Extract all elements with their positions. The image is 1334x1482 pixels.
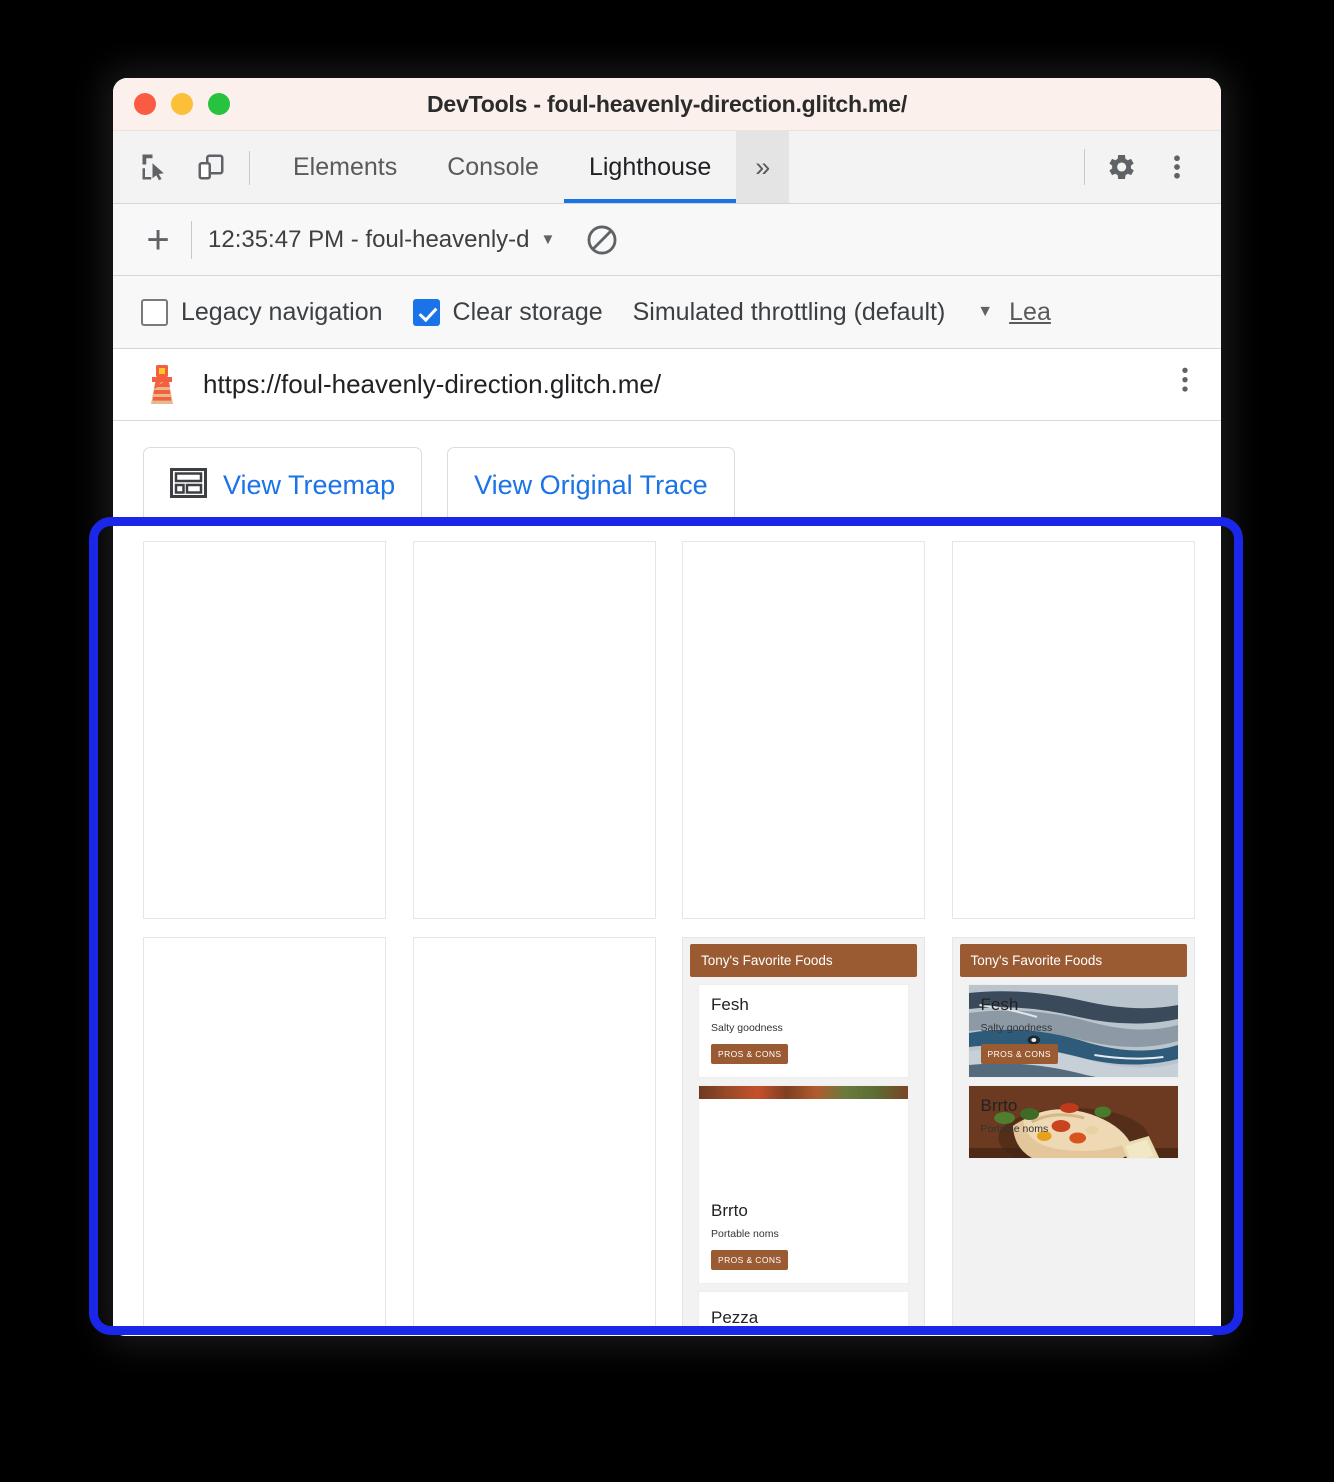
preview-card: Brrto Portable noms PROS & CONS <box>698 1085 909 1284</box>
throttling-select-value[interactable]: Simulated throttling (default) <box>633 298 946 327</box>
filmstrip-cell <box>143 541 413 919</box>
report-action-buttons: View Treemap View Original Trace <box>113 421 1221 523</box>
filmstrip-cell: Tony's Favorite Foods Fesh Salty goodnes… <box>682 937 952 1327</box>
report-url-bar: https://foul-heavenly-direction.glitch.m… <box>113 349 1221 421</box>
more-tabs-button[interactable]: » <box>736 131 790 203</box>
filmstrip-frame[interactable] <box>412 541 656 919</box>
report-select-value: 12:35:47 PM - foul-heavenly-d <box>208 225 530 253</box>
preview-pros-cons-button[interactable]: PROS & CONS <box>711 1044 789 1064</box>
more-tabs-label: » <box>755 151 771 182</box>
report-select[interactable]: 12:35:47 PM - foul-heavenly-d ▼ <box>208 226 555 254</box>
learn-more-link[interactable]: Lea <box>1009 298 1051 327</box>
preview-card-subtitle: Portable noms <box>711 1228 779 1240</box>
filmstrip-frame[interactable] <box>143 541 386 919</box>
clear-storage-label: Clear storage <box>452 297 603 326</box>
filmstrip-frame[interactable] <box>951 541 1195 919</box>
filmstrip-cell <box>412 937 683 1327</box>
screenshot-stage: DevTools - foul-heavenly-direction.glitc… <box>0 0 1334 1482</box>
tab-console[interactable]: Console <box>422 131 564 203</box>
new-report-button[interactable]: + <box>135 220 181 260</box>
preview-pros-cons-button[interactable]: PROS & CONS <box>980 1044 1058 1064</box>
preview-card-title: Pezza <box>711 1308 759 1326</box>
toolbar-divider <box>249 151 250 185</box>
window-titlebar: DevTools - foul-heavenly-direction.glitc… <box>113 78 1221 131</box>
minimize-window-button[interactable] <box>171 93 193 115</box>
preview-card: Fesh Salty goodness PROS & CONS <box>967 984 1179 1078</box>
tab-lighthouse-label: Lighthouse <box>588 152 712 181</box>
device-toolbar-icon[interactable] <box>183 131 239 203</box>
tab-console-label: Console <box>447 152 539 181</box>
view-treemap-label: View Treemap <box>223 469 396 500</box>
devtools-tabbar: Elements Console Lighthouse » <box>113 131 1221 204</box>
preview-card-body: Brrto Portable noms PROS & CONS <box>699 1191 908 1283</box>
view-original-trace-button[interactable]: View Original Trace <box>447 447 735 523</box>
lighthouse-options-bar: Legacy navigation Clear storage Simulate… <box>113 276 1221 349</box>
chevron-down-icon: ▼ <box>540 231 556 248</box>
preview-card: Pezza <box>698 1291 909 1326</box>
preview-card-subtitle: Salty goodness <box>711 1022 783 1034</box>
filmstrip-frame[interactable] <box>682 541 925 919</box>
lighthouse-icon <box>139 363 185 407</box>
burrito-photo-partial <box>699 1086 908 1099</box>
traffic-lights <box>134 93 230 115</box>
preview-card: Brrto Portable noms <box>967 1085 1179 1159</box>
clear-storage-checkbox[interactable]: Clear storage <box>412 297 603 327</box>
filmstrip-region: Tony's Favorite Foods Fesh Salty goodnes… <box>113 523 1221 1327</box>
report-url: https://foul-heavenly-direction.glitch.m… <box>203 369 662 399</box>
toolbar-right-group <box>1084 131 1221 203</box>
filmstrip-frame[interactable]: Tony's Favorite Foods Fesh Salty goodnes… <box>682 937 925 1327</box>
filmstrip-frame[interactable] <box>412 937 656 1327</box>
maximize-window-button[interactable] <box>208 93 230 115</box>
preview-card-body: Fesh Salty goodness PROS & CONS <box>699 985 908 1077</box>
preview-card: Fesh Salty goodness PROS & CONS <box>698 984 909 1078</box>
filmstrip-cell <box>143 937 413 1327</box>
filmstrip-row-1 <box>113 541 1221 919</box>
three-dot-menu-icon[interactable] <box>1149 139 1205 195</box>
legacy-navigation-box[interactable] <box>141 298 168 326</box>
preview-card-title: Fesh <box>711 995 749 1014</box>
preview-card-title: Brrto <box>711 1201 748 1220</box>
tab-lighthouse[interactable]: Lighthouse <box>563 131 737 203</box>
filmstrip-cell: Tony's Favorite Foods Fesh Salty goodnes… <box>951 937 1222 1327</box>
view-treemap-button[interactable]: View Treemap <box>143 447 423 523</box>
page-preview: Tony's Favorite Foods Fesh Salty goodnes… <box>683 938 924 1326</box>
filmstrip-frame[interactable]: Tony's Favorite Foods Fesh Salty goodnes… <box>951 937 1195 1327</box>
filmstrip-row-2: Tony's Favorite Foods Fesh Salty goodnes… <box>113 919 1221 1327</box>
preview-pros-cons-button[interactable]: PROS & CONS <box>711 1250 789 1270</box>
toolbar-right-divider <box>1084 149 1085 185</box>
filmstrip-cell <box>951 541 1222 919</box>
tab-elements[interactable]: Elements <box>268 131 422 203</box>
legacy-navigation-label: Legacy navigation <box>181 297 383 326</box>
panel-tabs: Elements Console Lighthouse » <box>268 131 790 203</box>
window-title: DevTools - foul-heavenly-direction.glitc… <box>426 90 908 117</box>
filmstrip-cell <box>682 541 952 919</box>
treemap-icon <box>170 467 207 503</box>
page-preview: Tony's Favorite Foods Fesh Salty goodnes… <box>952 938 1194 1326</box>
tab-elements-label: Elements <box>293 152 398 181</box>
lighthouse-runbar: + 12:35:47 PM - foul-heavenly-d ▼ <box>113 204 1221 276</box>
view-original-trace-label: View Original Trace <box>474 469 708 500</box>
inspect-element-icon[interactable] <box>127 131 183 203</box>
preview-card-body: Pezza <box>699 1292 908 1326</box>
report-menu-icon[interactable] <box>1171 364 1199 405</box>
clear-storage-box[interactable] <box>412 298 440 326</box>
preview-header: Tony's Favorite Foods <box>690 944 917 977</box>
no-entry-clear-icon[interactable] <box>585 223 619 257</box>
filmstrip-frame[interactable] <box>143 937 386 1327</box>
preview-header: Tony's Favorite Foods <box>959 944 1187 977</box>
legacy-navigation-checkbox[interactable]: Legacy navigation <box>141 298 383 327</box>
filmstrip-cell <box>412 541 683 919</box>
devtools-window: DevTools - foul-heavenly-direction.glitc… <box>113 78 1221 1336</box>
chevron-down-icon[interactable]: ▼ <box>977 303 993 321</box>
runbar-divider <box>191 220 192 259</box>
gear-icon[interactable] <box>1093 139 1149 195</box>
close-window-button[interactable] <box>134 93 156 115</box>
preview-image-placeholder <box>699 1099 908 1191</box>
